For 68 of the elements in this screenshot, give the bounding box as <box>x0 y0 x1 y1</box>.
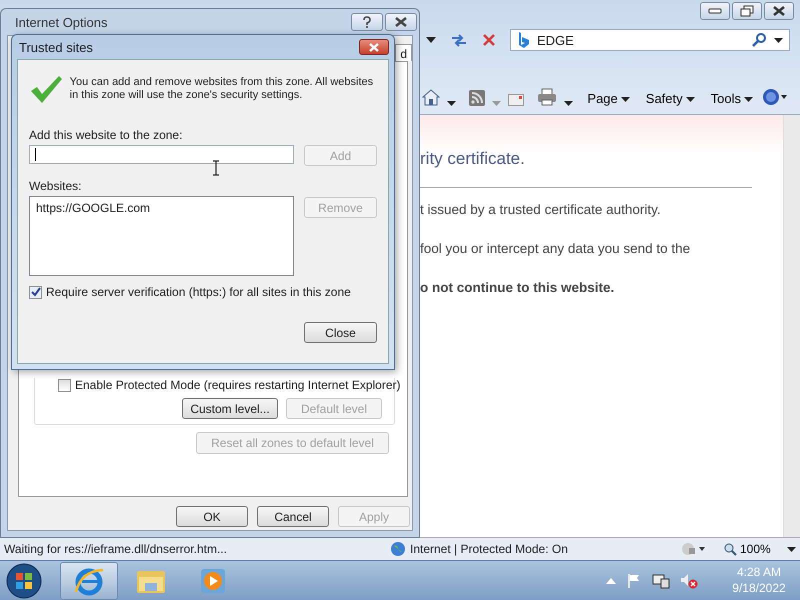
checkmark-icon <box>29 74 62 104</box>
dropdown-arrow-icon[interactable] <box>786 546 796 552</box>
level-button[interactable]: Custom level... <box>182 398 278 419</box>
dropdown-arrow-icon[interactable] <box>447 101 456 106</box>
window-title: Internet Options <box>15 14 108 30</box>
checkbox[interactable] <box>29 286 42 298</box>
menu-button[interactable]: Safety <box>644 91 697 106</box>
dropdown-arrow-icon[interactable] <box>564 101 574 106</box>
checkbox-label: Require server verification (https:) for all sites in this zone <box>46 285 351 299</box>
warning-text: o not continue to this website. <box>420 280 616 295</box>
website-input-field[interactable] <box>29 145 294 164</box>
menu-button[interactable]: Page <box>585 91 632 106</box>
volume-muted-icon[interactable] <box>680 572 698 588</box>
zone-text: Internet | Protected Mode: On <box>410 542 569 556</box>
tab[interactable]: d <box>395 44 412 61</box>
scrollbar[interactable] <box>783 115 800 537</box>
website-item[interactable]: https://GOOGLE.com <box>36 201 287 215</box>
start-button[interactable] <box>6 562 42 598</box>
search-field[interactable]: EDGE <box>510 29 790 51</box>
help-icon <box>362 16 372 28</box>
mail-icon[interactable] <box>508 94 524 106</box>
stop-icon[interactable] <box>482 33 496 47</box>
close-button[interactable] <box>385 13 417 31</box>
info-text: You can add and remove websites from this zone. All websites in this zone will use the zone's security settings. <box>70 76 374 102</box>
close-icon <box>772 6 786 16</box>
page-paragraph: t issued by a trusted certificate authority. <box>420 202 662 217</box>
page-paragraph: fool you or intercept any data you send to the <box>420 241 692 256</box>
feeds-icon[interactable] <box>469 90 486 106</box>
checkbox-label: Enable Protected Mode (requires restarting Internet Explorer) <box>75 378 400 392</box>
refresh-icon[interactable] <box>450 32 468 48</box>
checkbox[interactable] <box>58 378 71 392</box>
text-cursor-icon <box>212 160 220 176</box>
globe-icon <box>390 541 406 557</box>
restore-button[interactable] <box>732 2 762 20</box>
help-icon[interactable] <box>762 88 788 106</box>
caret-icon <box>620 97 630 102</box>
search-engine-logo-icon <box>517 32 529 48</box>
dialog-button[interactable]: Cancel <box>257 506 329 527</box>
dialog-button[interactable]: OK <box>176 506 248 527</box>
close-icon <box>368 42 380 52</box>
page-heading: rity certificate. <box>420 149 526 169</box>
zoom-button[interactable]: 100% <box>724 542 771 556</box>
dropdown-arrow-icon[interactable] <box>426 37 436 43</box>
close-dialog-button[interactable]: Close <box>304 322 377 343</box>
close-button[interactable] <box>764 2 794 20</box>
minimize-button[interactable] <box>700 2 730 20</box>
field-label: Add this website to the zone: <box>29 128 184 142</box>
home-icon[interactable] <box>422 88 440 106</box>
dropdown-arrow-icon[interactable] <box>774 38 783 42</box>
list-label: Websites: <box>29 179 82 193</box>
close-button[interactable] <box>359 39 389 55</box>
network-icon[interactable] <box>652 572 670 588</box>
zoom-icon <box>724 542 737 556</box>
help-button[interactable] <box>351 13 383 31</box>
print-icon[interactable] <box>537 88 558 106</box>
caret-icon <box>744 97 753 102</box>
window-title: Trusted sites <box>19 40 94 54</box>
search-icon[interactable] <box>752 33 766 47</box>
taskbar-button[interactable] <box>60 562 118 600</box>
browser-icon <box>73 566 105 596</box>
minimize-icon <box>708 7 722 15</box>
media-player-icon <box>199 566 227 594</box>
status-text: Waiting for res://ieframe.dll/dnserror.htm... <box>4 542 228 556</box>
restore-icon <box>740 5 754 17</box>
menu-button[interactable]: Tools <box>708 91 755 106</box>
caret-icon <box>686 97 695 102</box>
websites-list[interactable]: https://GOOGLE.com <box>29 196 294 276</box>
close-icon <box>394 17 408 27</box>
